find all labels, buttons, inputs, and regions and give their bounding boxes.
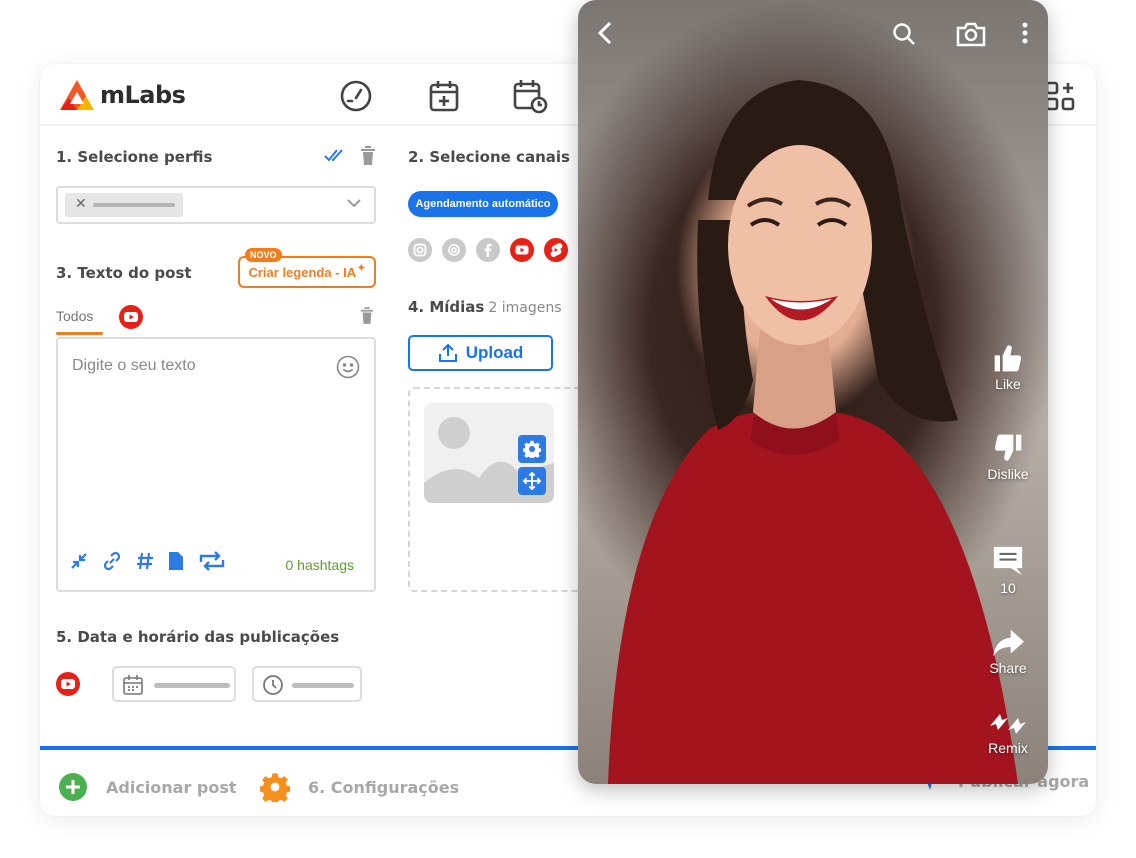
youtube-shorts-icon[interactable] — [544, 238, 568, 262]
add-post-button[interactable]: Adicionar post — [58, 772, 237, 802]
schedule-title: 5. Data e horário das publicações — [56, 628, 340, 646]
upload-label: Upload — [465, 343, 524, 362]
thumbs-up-icon — [994, 345, 1022, 372]
camera-icon[interactable] — [956, 21, 986, 47]
more-options-icon[interactable] — [1022, 22, 1028, 44]
trash-icon[interactable] — [360, 307, 374, 325]
schedule-youtube — [56, 672, 80, 696]
ai-caption-label: Criar legenda - IA — [248, 264, 357, 280]
auto-schedule-button[interactable]: Agendamento automático — [408, 191, 558, 217]
dashboard-icon[interactable] — [338, 78, 374, 114]
upload-button[interactable]: Upload — [408, 335, 553, 371]
dislike-button[interactable]: Dislike — [976, 432, 1040, 482]
calendar-icon — [123, 675, 143, 695]
youtube-icon — [124, 312, 138, 322]
profile-chip[interactable]: ✕ — [65, 193, 183, 217]
plus-circle-icon — [59, 773, 87, 801]
add-post-label: Adicionar post — [106, 777, 237, 797]
date-value — [154, 683, 230, 688]
link-icon[interactable] — [102, 551, 122, 571]
trash-icon[interactable] — [360, 146, 376, 166]
clock-icon — [263, 675, 283, 695]
move-icon[interactable] — [518, 467, 546, 495]
gear-icon — [260, 773, 290, 802]
date-field[interactable] — [112, 666, 236, 702]
remix-icon — [990, 714, 1026, 734]
search-icon[interactable] — [892, 22, 916, 46]
repost-icon[interactable] — [198, 551, 226, 571]
file-icon[interactable] — [168, 551, 184, 571]
profiles-select[interactable]: ✕ — [56, 186, 376, 224]
tab-active-indicator — [56, 332, 103, 335]
instagram-icon[interactable] — [408, 238, 432, 262]
mlabs-logo[interactable]: mLabs — [58, 78, 186, 112]
facebook-icon[interactable] — [476, 238, 500, 262]
settings-icon[interactable] — [518, 435, 546, 463]
settings-label: 6. Configurações — [308, 777, 460, 797]
hashtag-icon[interactable] — [136, 551, 154, 571]
threads-icon[interactable] — [442, 238, 466, 262]
channels-title: 2. Selecione canais — [408, 148, 570, 166]
dislike-label: Dislike — [987, 466, 1029, 482]
sparkle-icon: ✦ — [357, 262, 366, 274]
post-text-title: 3. Texto do post — [56, 264, 192, 282]
video-top-bar — [578, 0, 1048, 70]
calendar-clock-icon[interactable] — [512, 78, 548, 114]
remix-label: Remix — [988, 740, 1028, 756]
share-button[interactable]: Share — [976, 628, 1040, 676]
profiles-title: 1. Selecione perfis — [56, 148, 213, 166]
like-button[interactable]: Like — [976, 342, 1040, 392]
tab-todos[interactable]: Todos — [56, 308, 93, 324]
mlabs-logo-icon — [60, 80, 94, 110]
close-icon[interactable]: ✕ — [75, 195, 87, 212]
remix-button[interactable]: Remix — [976, 710, 1040, 756]
settings-button[interactable]: 6. Configurações — [260, 772, 459, 802]
share-icon — [993, 629, 1024, 657]
media-title: 4. Mídias 2 imagens — [408, 298, 562, 316]
chevron-down-icon — [347, 199, 361, 208]
like-label: Like — [995, 376, 1021, 392]
upload-icon — [438, 343, 457, 362]
media-count: 2 imagens — [488, 300, 562, 316]
youtube-icon — [61, 679, 75, 689]
youtube-channel-icon[interactable] — [510, 238, 534, 262]
time-value — [292, 683, 354, 688]
text-toolbar — [70, 551, 226, 571]
video-preview[interactable]: Like Dislike 10 Share Remix — [578, 0, 1048, 784]
post-text-placeholder: Digite o seu texto — [72, 357, 196, 374]
new-badge: NOVO — [245, 248, 282, 262]
comments-button[interactable]: 10 — [976, 544, 1040, 596]
back-arrow-icon[interactable] — [596, 20, 614, 46]
hashtag-count: 0 hashtags — [285, 557, 355, 573]
comment-count: 10 — [1000, 580, 1016, 596]
media-thumbnail[interactable] — [424, 403, 554, 503]
time-field[interactable] — [252, 666, 362, 702]
media-title-text: 4. Mídias — [408, 298, 485, 316]
post-text-area[interactable]: Digite o seu texto 0 hashtags — [56, 337, 376, 592]
calendar-add-icon[interactable] — [426, 78, 462, 114]
comment-icon — [993, 546, 1023, 576]
thumbs-down-icon — [994, 434, 1022, 461]
app-name: mLabs — [100, 81, 186, 109]
emoji-icon[interactable] — [336, 355, 360, 379]
profile-chip-name — [93, 203, 175, 207]
select-all-icon[interactable] — [324, 148, 344, 162]
share-label: Share — [989, 660, 1027, 676]
tab-youtube[interactable] — [119, 305, 143, 329]
shorten-icon[interactable] — [70, 552, 88, 570]
